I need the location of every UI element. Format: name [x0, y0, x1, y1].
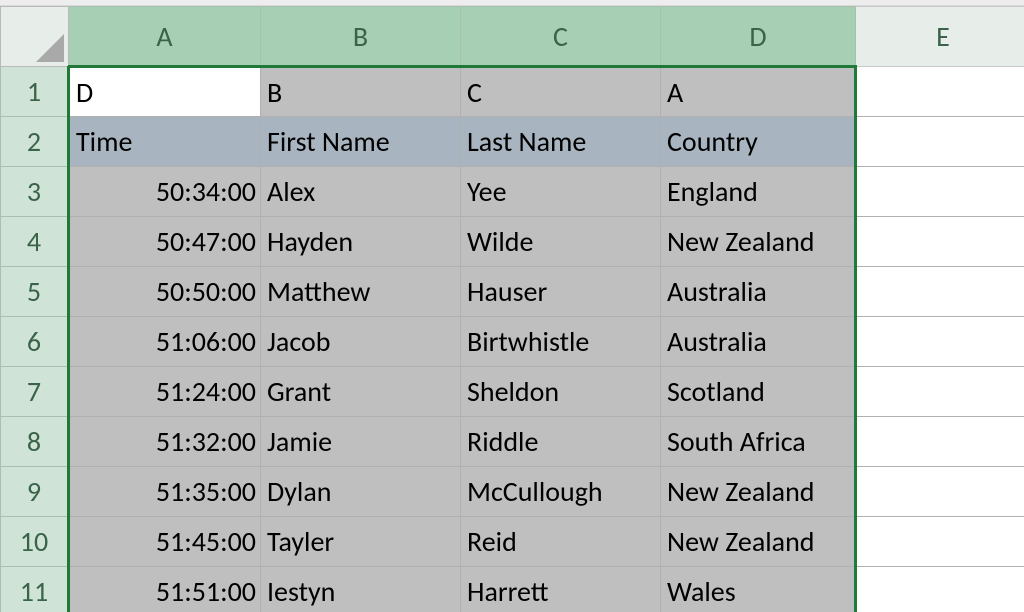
cell-E3[interactable]: [856, 167, 1024, 217]
cell-E11[interactable]: [856, 567, 1024, 612]
cell-D6[interactable]: Australia: [661, 317, 856, 367]
cell-C2[interactable]: Last Name: [461, 117, 661, 167]
cell-C6[interactable]: Birtwhistle: [461, 317, 661, 367]
cell-C1[interactable]: C: [461, 67, 661, 117]
cell-A4[interactable]: 50:47:00: [69, 217, 261, 267]
row-9: 9 51:35:00 Dylan McCullough New Zealand: [1, 467, 1024, 517]
cell-E8[interactable]: [856, 417, 1024, 467]
col-header-C[interactable]: C: [461, 7, 661, 67]
cell-D2[interactable]: Country: [661, 117, 856, 167]
row-header-3[interactable]: 3: [1, 167, 69, 217]
cell-E5[interactable]: [856, 267, 1024, 317]
row-10: 10 51:45:00 Tayler Reid New Zealand: [1, 517, 1024, 567]
cell-D11[interactable]: Wales: [661, 567, 856, 612]
cell-A6[interactable]: 51:06:00: [69, 317, 261, 367]
cell-D4[interactable]: New Zealand: [661, 217, 856, 267]
cell-C10[interactable]: Reid: [461, 517, 661, 567]
cell-B11[interactable]: Iestyn: [261, 567, 461, 612]
cell-A1[interactable]: D: [69, 67, 261, 117]
select-all-corner[interactable]: [1, 7, 69, 67]
row-header-7[interactable]: 7: [1, 367, 69, 417]
cell-B7[interactable]: Grant: [261, 367, 461, 417]
cell-A3[interactable]: 50:34:00: [69, 167, 261, 217]
cell-D5[interactable]: Australia: [661, 267, 856, 317]
row-1: 1 D B C A: [1, 67, 1024, 117]
row-header-8[interactable]: 8: [1, 417, 69, 467]
cell-E2[interactable]: [856, 117, 1024, 167]
cell-C11[interactable]: Harrett: [461, 567, 661, 612]
cell-C9[interactable]: McCullough: [461, 467, 661, 517]
row-header-2[interactable]: 2: [1, 117, 69, 167]
cell-C3[interactable]: Yee: [461, 167, 661, 217]
cell-E10[interactable]: [856, 517, 1024, 567]
cell-B4[interactable]: Hayden: [261, 217, 461, 267]
row-3: 3 50:34:00 Alex Yee England: [1, 167, 1024, 217]
cell-A9[interactable]: 51:35:00: [69, 467, 261, 517]
row-header-9[interactable]: 9: [1, 467, 69, 517]
cell-E7[interactable]: [856, 367, 1024, 417]
row-5: 5 50:50:00 Matthew Hauser Australia: [1, 267, 1024, 317]
row-8: 8 51:32:00 Jamie Riddle South Africa: [1, 417, 1024, 467]
cell-A5[interactable]: 50:50:00: [69, 267, 261, 317]
cell-C8[interactable]: Riddle: [461, 417, 661, 467]
cell-A10[interactable]: 51:45:00: [69, 517, 261, 567]
col-header-E[interactable]: E: [856, 7, 1024, 67]
cell-E4[interactable]: [856, 217, 1024, 267]
cell-E6[interactable]: [856, 317, 1024, 367]
cell-E9[interactable]: [856, 467, 1024, 517]
cell-C5[interactable]: Hauser: [461, 267, 661, 317]
row-11: 11 51:51:00 Iestyn Harrett Wales: [1, 567, 1024, 612]
cell-C4[interactable]: Wilde: [461, 217, 661, 267]
cell-C7[interactable]: Sheldon: [461, 367, 661, 417]
column-header-row: A B C D E: [1, 7, 1024, 67]
row-7: 7 51:24:00 Grant Sheldon Scotland: [1, 367, 1024, 417]
cell-B1[interactable]: B: [261, 67, 461, 117]
cell-D7[interactable]: Scotland: [661, 367, 856, 417]
cell-B8[interactable]: Jamie: [261, 417, 461, 467]
col-header-B[interactable]: B: [261, 7, 461, 67]
cell-A11[interactable]: 51:51:00: [69, 567, 261, 612]
row-header-6[interactable]: 6: [1, 317, 69, 367]
cell-B2[interactable]: First Name: [261, 117, 461, 167]
cell-B6[interactable]: Jacob: [261, 317, 461, 367]
cell-A8[interactable]: 51:32:00: [69, 417, 261, 467]
col-header-A[interactable]: A: [69, 7, 261, 67]
cell-B3[interactable]: Alex: [261, 167, 461, 217]
row-header-1[interactable]: 1: [1, 67, 69, 117]
grid: A B C D E 1 D B C A 2 Time First Name La…: [0, 6, 1024, 612]
row-header-4[interactable]: 4: [1, 217, 69, 267]
select-all-icon: [36, 34, 64, 62]
cell-B9[interactable]: Dylan: [261, 467, 461, 517]
cell-D8[interactable]: South Africa: [661, 417, 856, 467]
cell-D9[interactable]: New Zealand: [661, 467, 856, 517]
row-header-5[interactable]: 5: [1, 267, 69, 317]
row-header-11[interactable]: 11: [1, 567, 69, 612]
cell-B5[interactable]: Matthew: [261, 267, 461, 317]
cell-D3[interactable]: England: [661, 167, 856, 217]
row-header-10[interactable]: 10: [1, 517, 69, 567]
cell-E1[interactable]: [856, 67, 1024, 117]
cell-D1[interactable]: A: [661, 67, 856, 117]
spreadsheet: A B C D E 1 D B C A 2 Time First Name La…: [0, 0, 1024, 612]
row-2: 2 Time First Name Last Name Country: [1, 117, 1024, 167]
row-4: 4 50:47:00 Hayden Wilde New Zealand: [1, 217, 1024, 267]
col-header-D[interactable]: D: [661, 7, 856, 67]
cell-A2[interactable]: Time: [69, 117, 261, 167]
cell-D10[interactable]: New Zealand: [661, 517, 856, 567]
cell-B10[interactable]: Tayler: [261, 517, 461, 567]
cell-A7[interactable]: 51:24:00: [69, 367, 261, 417]
row-6: 6 51:06:00 Jacob Birtwhistle Australia: [1, 317, 1024, 367]
